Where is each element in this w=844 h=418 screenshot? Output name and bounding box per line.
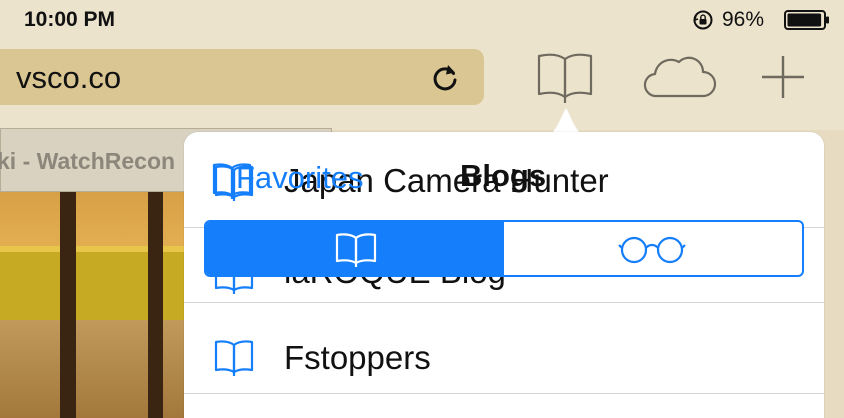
popover-title: Blogs: [460, 158, 547, 193]
bookmarks-button[interactable]: [536, 50, 594, 104]
page-photo: [0, 192, 190, 418]
new-tab-button[interactable]: [758, 50, 808, 104]
status-time: 10:00 PM: [24, 8, 116, 31]
open-book-icon: [214, 340, 254, 376]
background-tab-label: ki - WatchRecon: [0, 148, 176, 174]
tree-trunk: [148, 192, 163, 418]
open-book-icon: [335, 233, 377, 267]
row-divider: [184, 393, 824, 394]
segmented-control: [204, 220, 804, 277]
battery-icon: [784, 10, 829, 30]
segment-reading-list[interactable]: [504, 222, 802, 275]
bookmarks-popover: Japan Camera Hunter laROQUE Blog Fstoppe…: [184, 132, 824, 418]
favorites-back-button[interactable]: Favorites: [212, 160, 382, 200]
list-item-label: Fstoppers: [284, 339, 431, 376]
back-label: Favorites: [236, 160, 364, 195]
rotation-lock-icon: [693, 10, 713, 30]
browser-chrome: 10:00 PM 96% vsco.co: [0, 0, 844, 130]
tree-trunk: [60, 192, 76, 418]
reload-icon[interactable]: [428, 61, 462, 95]
open-book-icon: [537, 53, 593, 103]
icloud-tabs-button[interactable]: [641, 50, 717, 104]
battery-percent: 96%: [722, 8, 765, 31]
plus-icon: [762, 56, 804, 98]
segment-bookmarks[interactable]: [206, 222, 504, 275]
list-item[interactable]: Fstoppers: [184, 323, 824, 399]
row-divider: [184, 302, 824, 303]
glasses-icon: [618, 236, 686, 264]
address-bar[interactable]: vsco.co: [0, 49, 484, 105]
address-text[interactable]: vsco.co: [16, 60, 121, 96]
cloud-icon: [643, 56, 717, 98]
